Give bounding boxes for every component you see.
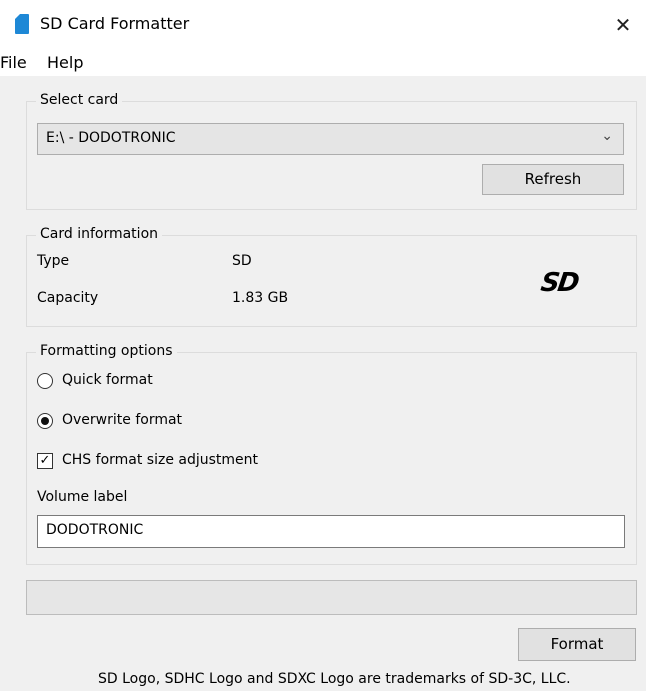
- chevron-down-icon: ⌄: [601, 128, 613, 144]
- format-progress-bar: [26, 580, 637, 615]
- window-title: SD Card Formatter: [40, 14, 190, 33]
- sd-logo: SD: [538, 268, 580, 298]
- type-label: Type: [37, 253, 70, 269]
- formatting-options-group: Formatting options Quick format Overwrit…: [26, 343, 637, 565]
- trademark-footer: SD Logo, SDHC Logo and SDXC Logo are tra…: [98, 671, 571, 687]
- type-value: SD: [232, 253, 252, 269]
- menu-help[interactable]: Help: [47, 53, 83, 72]
- volume-label-title: Volume label: [37, 489, 128, 505]
- sd-card-app-icon: [15, 14, 29, 34]
- quick-format-radio[interactable]: [37, 373, 53, 389]
- card-information-group: Card information Type SD Capacity 1.83 G…: [26, 226, 637, 327]
- chs-adjustment-checkbox[interactable]: ✓: [37, 453, 53, 469]
- card-select-value: E:\ - DODOTRONIC: [46, 130, 176, 146]
- card-select-dropdown[interactable]: E:\ - DODOTRONIC ⌄: [37, 123, 624, 155]
- main-panel: Select card E:\ - DODOTRONIC ⌄ Refresh C…: [0, 76, 646, 691]
- select-card-legend: Select card: [36, 92, 123, 108]
- volume-label-input[interactable]: DODOTRONIC: [37, 515, 625, 548]
- chs-adjustment-label[interactable]: CHS format size adjustment: [62, 452, 258, 468]
- overwrite-format-label[interactable]: Overwrite format: [62, 412, 182, 428]
- capacity-label: Capacity: [37, 290, 99, 306]
- close-icon[interactable]: ✕: [600, 8, 646, 42]
- overwrite-format-radio[interactable]: [37, 413, 53, 429]
- menu-file[interactable]: File: [0, 53, 27, 72]
- title-bar: SD Card Formatter ✕: [0, 0, 646, 48]
- card-information-legend: Card information: [36, 226, 163, 242]
- menu-bar: File Help: [0, 50, 646, 76]
- refresh-button[interactable]: Refresh: [482, 164, 624, 195]
- volume-label-value: DODOTRONIC: [46, 522, 144, 538]
- quick-format-label[interactable]: Quick format: [62, 372, 153, 388]
- formatting-options-legend: Formatting options: [36, 343, 177, 359]
- select-card-group: Select card E:\ - DODOTRONIC ⌄ Refresh: [26, 92, 637, 210]
- capacity-value: 1.83 GB: [232, 290, 289, 306]
- format-button[interactable]: Format: [518, 628, 636, 661]
